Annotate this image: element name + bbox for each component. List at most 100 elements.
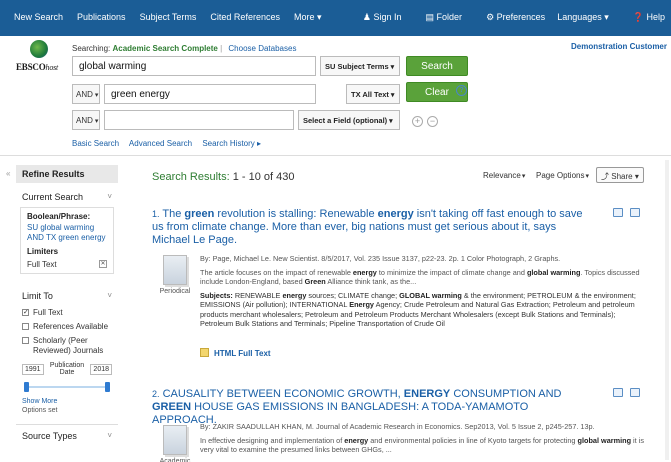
field-select-1[interactable]: SU Subject Terms xyxy=(320,56,400,76)
text-segment: The article focuses on the impact of ren… xyxy=(200,267,353,277)
search-history-link[interactable]: Search History ▸ xyxy=(202,139,261,148)
nav-preferences[interactable]: ⚙ Preferences xyxy=(474,12,545,23)
nav-help[interactable]: ❓ Help xyxy=(621,12,665,23)
top-nav-links: New Search Publications Subject Terms Ci… xyxy=(0,12,322,23)
options-set-link[interactable]: Options set xyxy=(22,407,112,414)
publication-type-label: Periodical xyxy=(159,288,191,295)
ebscohost-logo[interactable]: EBSCOhost xyxy=(16,40,68,80)
checkbox-icon[interactable] xyxy=(22,337,29,344)
search-term-input-3[interactable] xyxy=(104,110,294,130)
nav-sign-in[interactable]: ♟ Sign In xyxy=(351,12,402,23)
relevance-sort-dropdown[interactable]: Relevance xyxy=(483,171,525,180)
result-title-1[interactable]: 1. The green revolution is stalling: Ren… xyxy=(152,208,592,247)
logo-wordmark: EBSCOhost xyxy=(16,62,58,72)
html-full-text-link[interactable]: HTML Full Text xyxy=(200,348,271,358)
slider-handle-end[interactable] xyxy=(105,382,110,392)
choose-databases-link[interactable]: Choose Databases xyxy=(228,44,296,53)
boolean-phrase-label: Boolean/Phrase: xyxy=(27,212,91,221)
boolean-select-2[interactable]: AND xyxy=(72,84,100,104)
remove-row-icon[interactable]: − xyxy=(427,116,438,127)
search-button[interactable]: Search xyxy=(406,56,468,76)
source-types-label: Source Types xyxy=(22,431,77,441)
nav-folder[interactable]: ▤ Folder xyxy=(414,12,463,23)
nav-folder-label: Folder xyxy=(436,12,463,22)
nav-subject-terms[interactable]: Subject Terms xyxy=(140,12,197,23)
show-more-link[interactable]: Show More xyxy=(22,398,112,405)
limiter-full-text: Full Text ✕ xyxy=(27,260,107,269)
boolean-select-3[interactable]: AND xyxy=(72,110,100,130)
nav-publications[interactable]: Publications xyxy=(77,12,126,23)
highlighted-term: energy xyxy=(352,267,377,277)
search-term-input-2[interactable]: green energy xyxy=(104,84,316,104)
nav-new-search[interactable]: New Search xyxy=(14,12,63,23)
result-number: 1. xyxy=(152,209,160,219)
html-document-icon xyxy=(200,348,209,357)
limiters-label: Limiters xyxy=(27,247,59,256)
source-types-section[interactable]: Source Types ˅ xyxy=(16,424,118,444)
checkbox-checked-icon[interactable]: ✓ xyxy=(22,309,29,316)
share-icon: ⤴ xyxy=(601,172,609,181)
text-segment: to minimize the impact of climate change… xyxy=(376,267,527,277)
slider-handle-start[interactable] xyxy=(24,382,29,392)
basic-search-link[interactable]: Basic Search xyxy=(72,139,119,148)
highlighted-term: GLOBAL warming xyxy=(399,290,462,300)
result-body-1: By: Page, Michael Le. New Scientist. 8/5… xyxy=(200,254,645,329)
results-range: 1 - 10 of 430 xyxy=(232,171,295,183)
add-row-icon[interactable]: + xyxy=(412,116,423,127)
highlighted-term: energy xyxy=(377,208,414,220)
highlighted-term: GREEN xyxy=(152,401,192,413)
refine-results-header: Refine Results xyxy=(16,165,118,183)
current-search-label: Current Search xyxy=(22,192,84,202)
advanced-search-link[interactable]: Advanced Search xyxy=(129,139,192,148)
search-help-icon[interactable]: ? xyxy=(456,85,467,96)
searching-line: Searching: Academic Search Complete | Ch… xyxy=(72,44,297,53)
limit-to-label: Limit To xyxy=(22,291,53,301)
collapse-sidebar-icon[interactable]: « xyxy=(6,169,10,178)
top-nav-bar: New Search Publications Subject Terms Ci… xyxy=(0,0,671,36)
add-to-folder-icon[interactable] xyxy=(630,388,640,397)
chevron-down-icon: ˅ xyxy=(107,431,112,440)
highlighted-term: Green xyxy=(304,277,326,286)
preview-magnifier-icon[interactable] xyxy=(613,208,623,217)
field-select-2[interactable]: TX All Text xyxy=(346,84,400,104)
gear-icon: ⚙ xyxy=(486,12,495,22)
date-from-input[interactable]: 1991 xyxy=(22,363,44,375)
result-abstract: The article focuses on the impact of ren… xyxy=(200,268,645,287)
share-button[interactable]: ⤴ Share ▾ xyxy=(596,167,644,183)
logo-host: host xyxy=(45,63,59,72)
current-search-section[interactable]: Current Search ˅ xyxy=(16,189,118,205)
nav-sign-in-label: Sign In xyxy=(373,12,402,22)
preview-magnifier-icon[interactable] xyxy=(613,388,623,397)
checkbox-icon[interactable] xyxy=(22,323,29,330)
demo-customer-label: Demonstration Customer xyxy=(570,42,667,51)
checkbox-full-text[interactable]: ✓ Full Text xyxy=(22,308,112,318)
text-segment: sources; CLIMATE change; xyxy=(306,290,400,300)
search-term-input-1[interactable]: global warming xyxy=(72,56,316,76)
header-divider xyxy=(0,155,671,156)
result-title-text: CAUSALITY BETWEEN ECONOMIC GROWTH, ENERG… xyxy=(152,388,562,426)
text-segment: revolution is stalling: Renewable xyxy=(214,208,378,220)
database-name: Academic Search Complete xyxy=(112,44,218,53)
nav-cited-references[interactable]: Cited References xyxy=(210,12,280,23)
highlighted-term: green xyxy=(184,208,215,220)
nav-preferences-label: Preferences xyxy=(496,12,546,22)
checkbox-references-available[interactable]: References Available xyxy=(22,322,112,332)
result-source: By: Page, Michael Le. New Scientist. 8/5… xyxy=(200,254,561,263)
boolean-query-link[interactable]: SU global warming AND TX green energy xyxy=(27,223,107,243)
publication-type-label: Academic xyxy=(159,458,191,462)
date-to-input[interactable]: 2018 xyxy=(90,363,112,375)
limit-to-section[interactable]: Limit To ˅ xyxy=(16,288,118,304)
highlighted-term: energy xyxy=(282,290,307,300)
nav-help-label: Help xyxy=(646,12,665,22)
remove-limiter-icon[interactable]: ✕ xyxy=(99,260,107,268)
field-select-3[interactable]: Select a Field (optional) xyxy=(298,110,400,130)
page-options-dropdown[interactable]: Page Options xyxy=(536,171,589,180)
nav-languages[interactable]: Languages ▾ xyxy=(557,12,609,23)
date-range-slider[interactable] xyxy=(24,382,110,392)
chevron-down-icon: ˅ xyxy=(107,291,112,300)
add-to-folder-icon[interactable] xyxy=(630,208,640,217)
checkbox-scholarly-journals[interactable]: Scholarly (Peer Reviewed) Journals xyxy=(22,336,112,356)
checkbox-label: Full Text xyxy=(33,308,63,317)
results-scrollbar[interactable] xyxy=(665,160,669,460)
nav-more[interactable]: More ▾ xyxy=(294,12,322,23)
